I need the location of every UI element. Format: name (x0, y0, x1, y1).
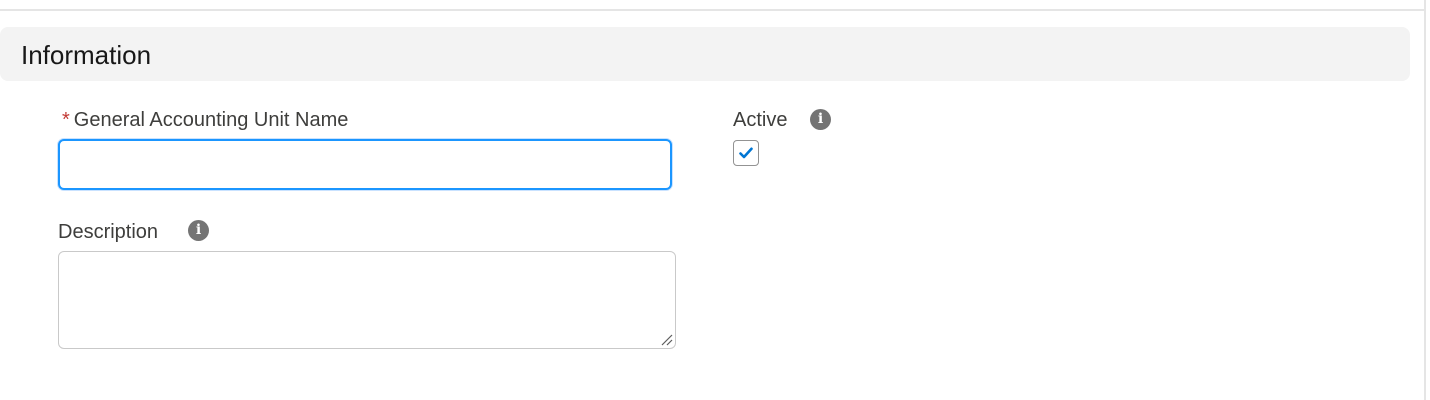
general-accounting-unit-name-input[interactable] (58, 139, 672, 190)
description-label: Description (58, 221, 159, 243)
name-field-label: * General Accounting Unit Name (62, 108, 348, 132)
top-divider (0, 9, 1424, 11)
active-checkbox[interactable] (733, 140, 759, 166)
description-textarea[interactable] (58, 251, 676, 349)
required-indicator: * (62, 109, 70, 131)
section-title: Information (21, 40, 152, 70)
resize-grip-icon[interactable] (660, 333, 673, 346)
name-label-text: General Accounting Unit Name (73, 109, 349, 131)
active-label: Active (733, 109, 788, 131)
checkmark-icon (739, 147, 753, 159)
section-header-information[interactable]: Information (0, 27, 1410, 81)
record-form: Information * General Accounting Unit Nam… (0, 0, 1430, 400)
right-divider (1424, 0, 1426, 400)
info-icon[interactable]: i (810, 109, 831, 130)
info-icon[interactable]: i (188, 220, 209, 241)
